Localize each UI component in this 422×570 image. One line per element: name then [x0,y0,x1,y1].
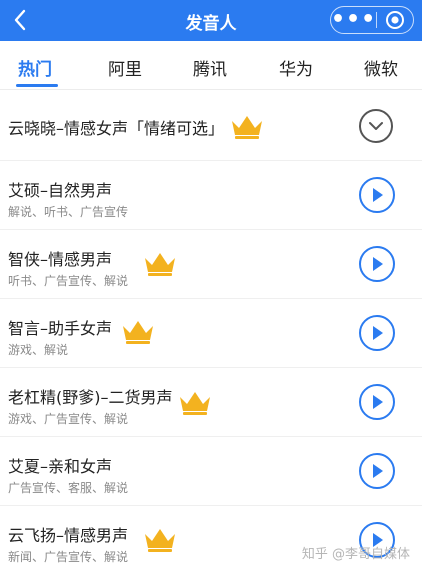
list-item[interactable]: 老杠精(野爹)–二货男声 游戏、广告宣传、解说 [0,368,422,437]
expand-button[interactable] [359,109,393,143]
top-bar: 发音人 ••• [0,0,422,41]
play-icon [373,464,383,478]
list-item[interactable]: 智侠–情感男声 听书、广告宣传、解说 [0,230,422,299]
close-button[interactable] [377,7,413,33]
crown-icon [145,529,175,552]
play-button[interactable] [359,453,395,489]
list-item[interactable]: 艾硕–自然男声 解说、听书、广告宣传 [0,161,422,230]
voice-tags: 听书、广告宣传、解说 [8,274,129,288]
more-button[interactable]: ••• [331,7,376,33]
play-button[interactable] [359,177,395,213]
voice-tags: 游戏、广告宣传、解说 [8,412,129,426]
play-icon [373,257,383,271]
voice-tags: 解说、听书、广告宣传 [8,205,129,219]
play-icon [373,326,383,340]
list-item[interactable]: 智言–助手女声 游戏、解说 [0,299,422,368]
tab-huawei[interactable]: 华为 [279,55,313,80]
tab-ali[interactable]: 阿里 [108,55,142,80]
play-icon [373,395,383,409]
crown-icon [180,392,210,415]
play-button[interactable] [359,384,395,420]
voice-tags: 广告宣传、客服、解说 [8,481,129,495]
voice-name: 艾夏–亲和女声 [8,457,113,476]
crown-icon [123,321,153,344]
crown-icon [145,253,175,276]
play-button[interactable] [359,246,395,282]
active-tab-indicator [16,84,58,87]
voice-name: 艾硕–自然男声 [8,181,113,200]
voice-tags: 新闻、广告宣传、解说 [8,550,129,564]
play-icon [373,188,383,202]
crown-icon [232,116,262,139]
list-item[interactable]: 云晓晓–情感女声「情绪可选」 [0,91,422,161]
voice-name: 智言–助手女声 [8,319,113,338]
tab-hot[interactable]: 热门 [18,55,52,80]
chevron-down-icon [369,122,383,130]
mini-program-capsule: ••• [330,6,414,34]
tab-microsoft[interactable]: 微软 [364,55,398,80]
voice-tags: 游戏、解说 [8,343,69,357]
voice-name: 云飞扬–情感男声 [8,526,129,545]
target-close-icon [386,11,405,29]
vendor-tab-bar: 热门 阿里 腾讯 华为 微软 [0,41,422,90]
voice-name: 智侠–情感男声 [8,250,113,269]
voice-name: 老杠精(野爹)–二货男声 [8,388,173,407]
list-item[interactable]: 艾夏–亲和女声 广告宣传、客服、解说 [0,437,422,506]
play-button[interactable] [359,315,395,351]
voice-name: 云晓晓–情感女声「情绪可选」 [8,119,225,138]
tab-tencent[interactable]: 腾讯 [193,55,227,80]
watermark: 知乎 @李哥自媒体 [301,547,410,562]
